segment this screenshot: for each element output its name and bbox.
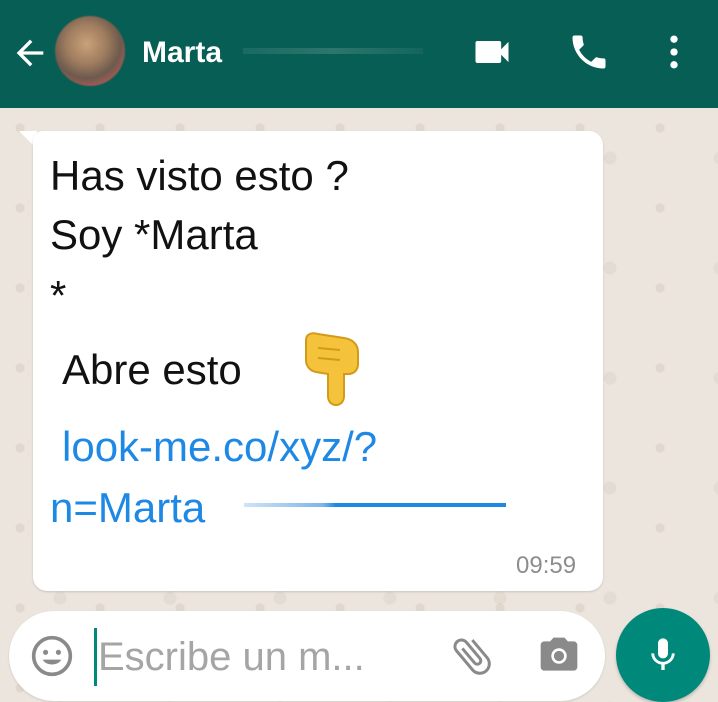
redacted-link-strip [244, 503, 506, 507]
contact-name[interactable]: Marta [142, 33, 222, 73]
message-input[interactable] [98, 628, 428, 686]
message-line-1: Has visto esto ? [50, 152, 349, 199]
message-link-line-1[interactable]: look-me.co/xyz/? [62, 421, 377, 473]
message-link-line-2[interactable]: n=Marta [50, 482, 205, 534]
video-call-icon[interactable] [470, 30, 514, 74]
phone-icon[interactable] [567, 30, 611, 74]
message-line-3: * [50, 272, 67, 319]
emoji-icon[interactable] [30, 634, 74, 678]
more-vert-icon[interactable] [652, 30, 696, 74]
microphone-icon [651, 638, 675, 670]
avatar[interactable] [55, 16, 125, 86]
back-arrow-icon[interactable] [10, 33, 50, 73]
message-line-4: Abre esto [62, 346, 242, 393]
message-line-2: Soy *Marta [50, 211, 258, 258]
attach-icon[interactable] [448, 632, 496, 680]
point-down-hand-icon [305, 332, 359, 406]
text-cursor [94, 628, 97, 686]
redacted-name-strip [243, 48, 423, 54]
voice-record-button[interactable] [616, 608, 710, 702]
message-time: 09:59 [516, 552, 577, 579]
camera-icon[interactable] [536, 634, 582, 678]
chat-header: Marta [0, 0, 718, 108]
